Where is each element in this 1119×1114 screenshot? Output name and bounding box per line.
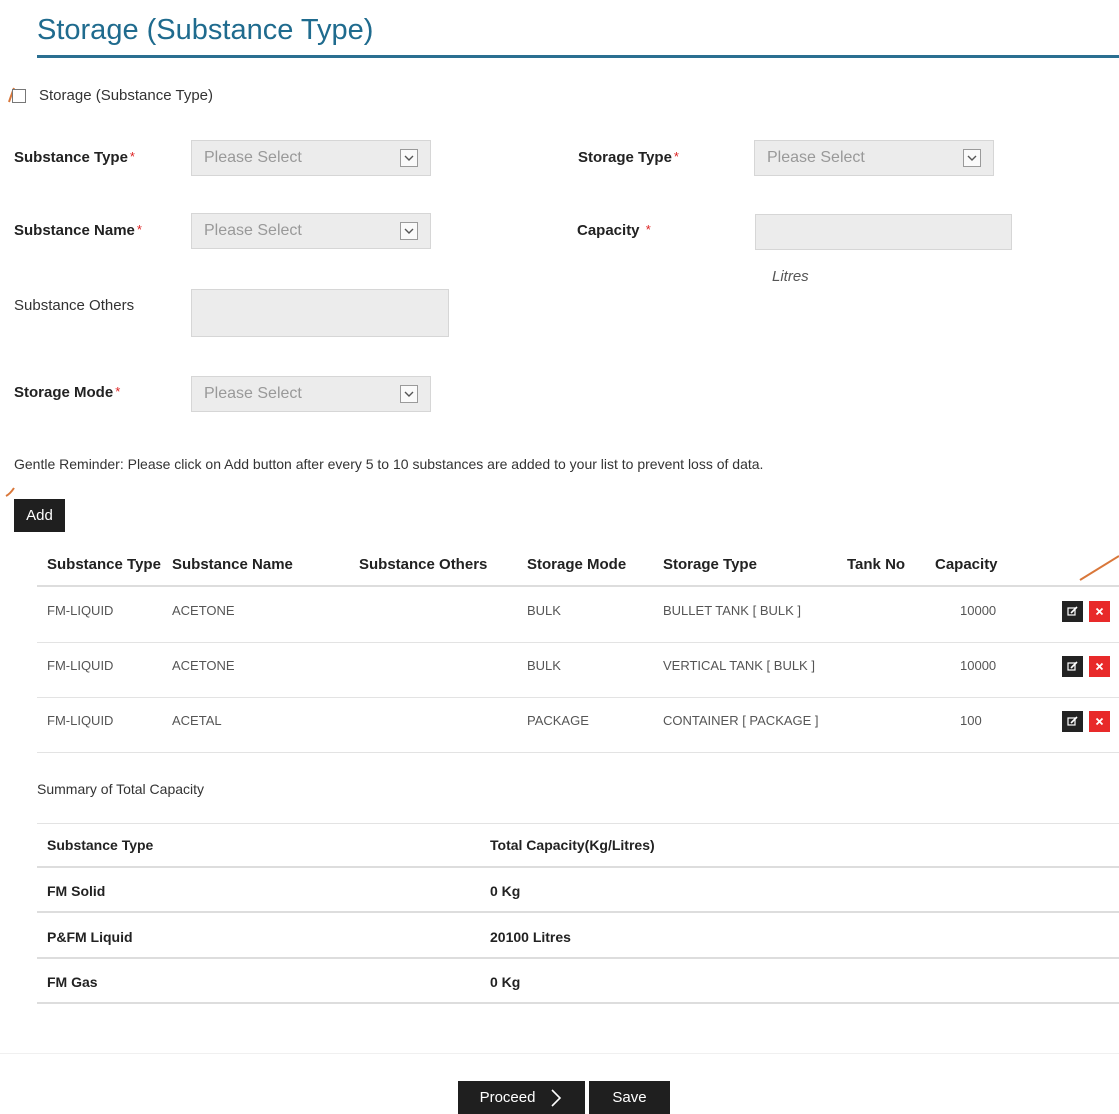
cell-capacity: 100 xyxy=(960,713,982,728)
delete-button[interactable] xyxy=(1089,601,1110,622)
row-divider xyxy=(37,752,1119,753)
row-divider xyxy=(37,1002,1119,1004)
footer-divider xyxy=(0,1053,1119,1054)
row-divider xyxy=(37,642,1119,643)
proceed-button[interactable]: Proceed xyxy=(458,1081,585,1114)
storage-substance-checkbox-label: Storage (Substance Type) xyxy=(39,87,213,104)
storage-type-label: Storage Type * xyxy=(578,149,679,166)
chevron-right-icon xyxy=(551,1088,562,1107)
callout-line-actions xyxy=(1079,555,1119,581)
row-divider xyxy=(37,957,1119,959)
title-divider xyxy=(37,55,1119,58)
row-divider xyxy=(37,697,1119,698)
cell-substance-name: ACETAL xyxy=(172,713,222,728)
summary-cell-type: P&FM Liquid xyxy=(47,929,133,945)
edit-icon xyxy=(1067,716,1078,726)
cell-substance-type: FM-LIQUID xyxy=(47,603,114,618)
cell-storage-mode: BULK xyxy=(527,658,561,673)
cell-storage-type: VERTICAL TANK [ BULK ] xyxy=(663,658,815,673)
storage-mode-label: Storage Mode * xyxy=(14,384,121,401)
summary-cell-type: FM Solid xyxy=(47,883,106,899)
cell-capacity: 10000 xyxy=(960,603,997,618)
summary-title: Summary of Total Capacity xyxy=(37,781,205,797)
storage-type-select[interactable]: Please Select xyxy=(754,140,994,176)
summary-top-divider xyxy=(37,823,1119,824)
delete-icon xyxy=(1095,717,1104,726)
column-header-substance-type: Substance Type xyxy=(47,556,161,573)
chevron-down-icon xyxy=(400,385,418,403)
cell-substance-type: FM-LIQUID xyxy=(47,713,114,728)
delete-button[interactable] xyxy=(1089,711,1110,732)
cell-storage-mode: BULK xyxy=(527,603,561,618)
edit-icon xyxy=(1067,661,1078,671)
capacity-label: Capacity * xyxy=(577,222,651,239)
summary-header-total-capacity: Total Capacity(Kg/Litres) xyxy=(490,837,655,853)
column-header-substance-name: Substance Name xyxy=(172,556,293,573)
edit-button[interactable] xyxy=(1062,601,1083,622)
column-header-storage-mode: Storage Mode xyxy=(527,556,627,573)
cell-capacity: 10000 xyxy=(960,658,997,673)
cell-storage-type: BULLET TANK [ BULK ] xyxy=(663,603,801,618)
column-header-storage-type: Storage Type xyxy=(663,556,757,573)
edit-icon xyxy=(1067,606,1078,616)
substance-others-field[interactable] xyxy=(191,289,449,337)
add-button[interactable]: Add xyxy=(14,499,65,532)
storage-substance-checkbox[interactable] xyxy=(12,88,26,103)
substance-type-label: Substance Type * xyxy=(14,149,135,166)
substance-name-label: Substance Name * xyxy=(14,222,142,239)
page-title: Storage (Substance Type) xyxy=(37,14,374,46)
chevron-down-icon xyxy=(963,149,981,167)
column-header-capacity: Capacity xyxy=(935,556,998,573)
storage-mode-select[interactable]: Please Select xyxy=(191,376,431,412)
edit-button[interactable] xyxy=(1062,711,1083,732)
callout-line-add xyxy=(5,487,15,497)
gentle-reminder-text: Gentle Reminder: Please click on Add but… xyxy=(14,456,764,472)
column-header-substance-others: Substance Others xyxy=(359,556,488,573)
substance-name-select[interactable]: Please Select xyxy=(191,213,431,249)
summary-cell-type: FM Gas xyxy=(47,974,98,990)
column-header-tank-no: Tank No xyxy=(847,556,906,573)
substance-others-label: Substance Others xyxy=(14,297,135,314)
delete-button[interactable] xyxy=(1089,656,1110,677)
delete-icon xyxy=(1095,607,1104,616)
cell-storage-type: CONTAINER [ PACKAGE ] xyxy=(663,713,819,728)
save-button[interactable]: Save xyxy=(589,1081,670,1114)
chevron-down-icon xyxy=(400,222,418,240)
chevron-down-icon xyxy=(400,149,418,167)
summary-header-divider xyxy=(37,866,1119,868)
row-divider xyxy=(37,911,1119,913)
summary-cell-total: 0 Kg xyxy=(490,883,521,899)
cell-substance-type: FM-LIQUID xyxy=(47,658,114,673)
summary-header-substance-type: Substance Type xyxy=(47,837,154,853)
capacity-unit: Litres xyxy=(772,268,809,285)
cell-substance-name: ACETONE xyxy=(172,658,235,673)
cell-substance-name: ACETONE xyxy=(172,603,235,618)
cell-storage-mode: PACKAGE xyxy=(527,713,589,728)
summary-cell-total: 0 Kg xyxy=(490,974,521,990)
storage-substance-toggle[interactable]: Storage (Substance Type) xyxy=(12,87,213,104)
edit-button[interactable] xyxy=(1062,656,1083,677)
capacity-input[interactable] xyxy=(755,214,1012,250)
delete-icon xyxy=(1095,662,1104,671)
substance-type-select[interactable]: Please Select xyxy=(191,140,431,176)
summary-cell-total: 20100 Litres xyxy=(490,929,571,945)
